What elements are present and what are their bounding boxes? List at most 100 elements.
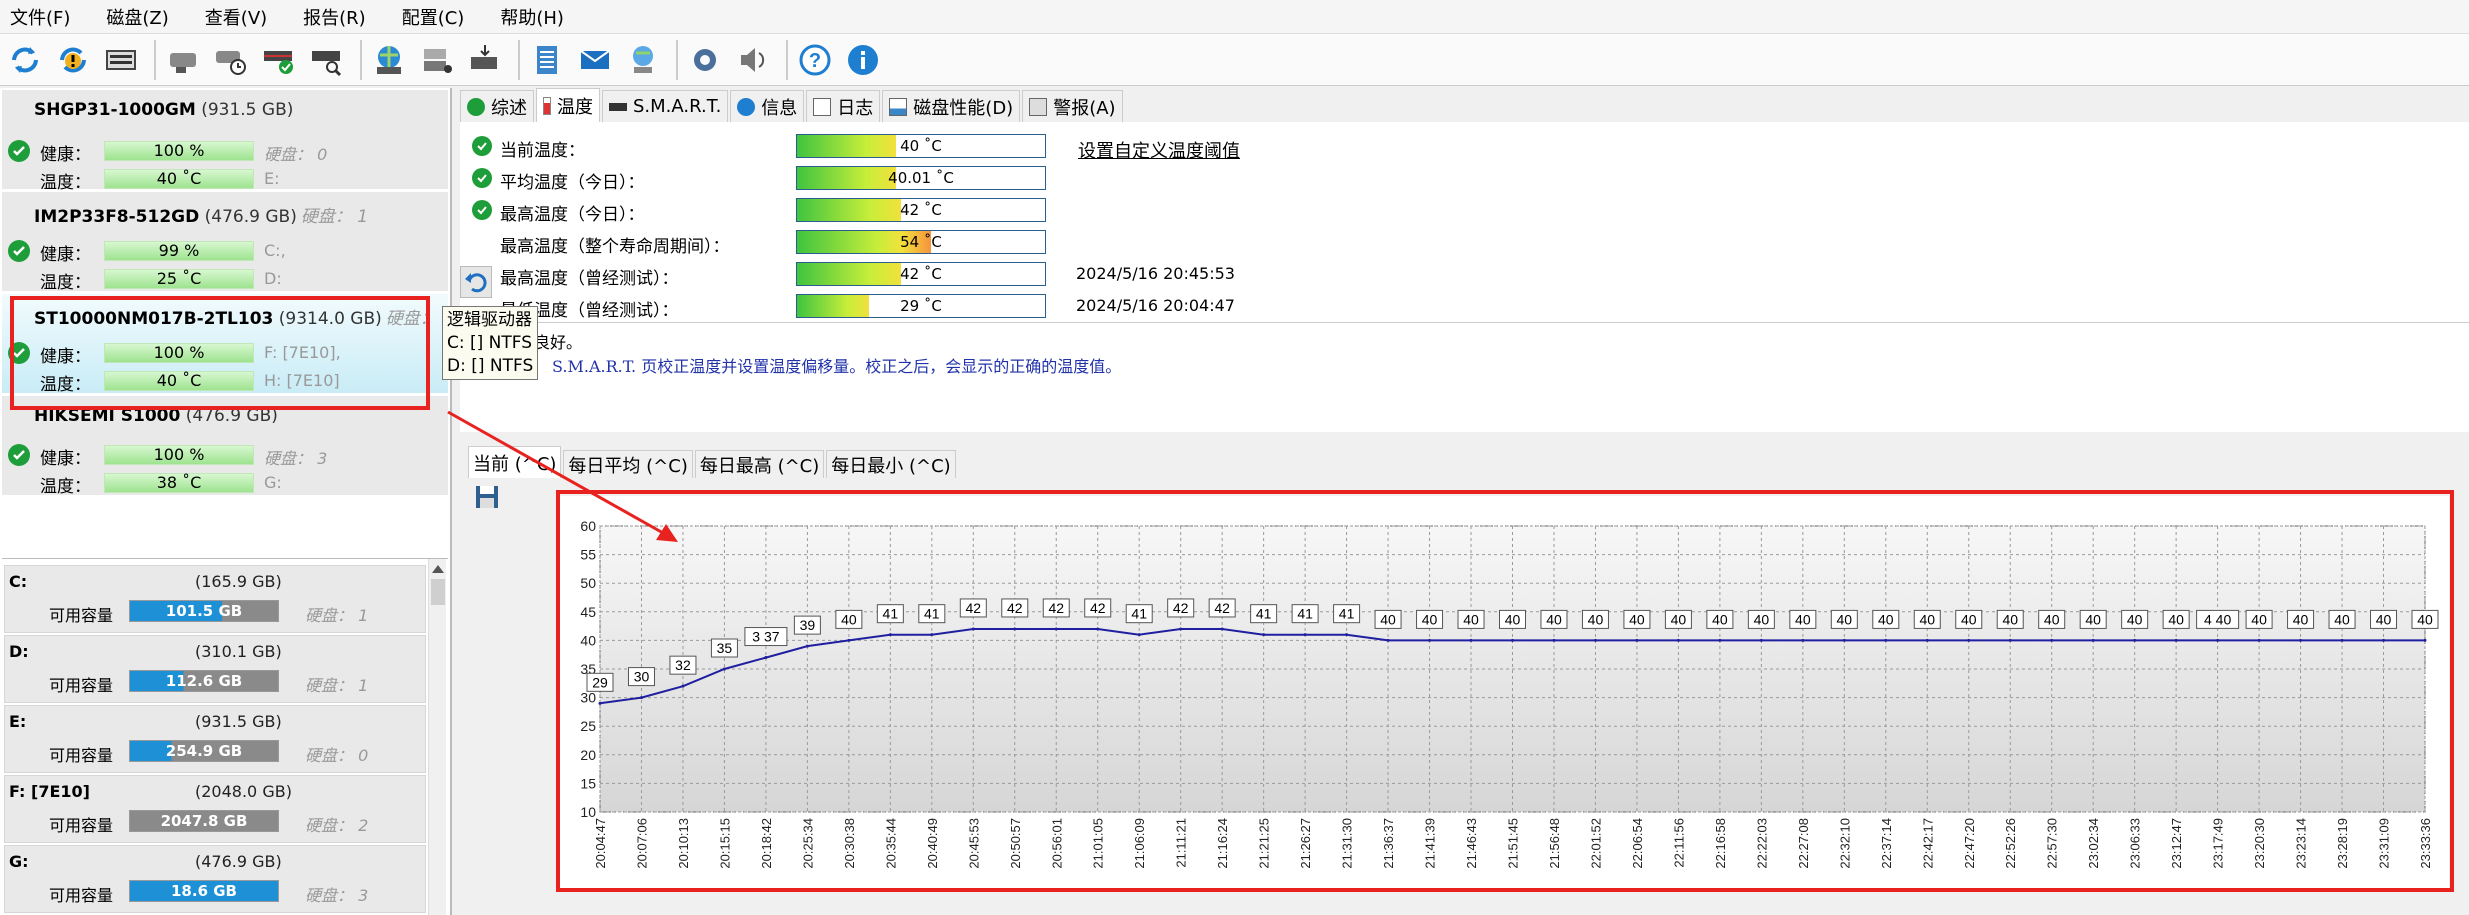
temp-bar: 40.01 ˚C [796, 166, 1046, 190]
tab-label: 温度 [557, 96, 593, 118]
drive-letter: C:, [264, 241, 286, 260]
check-icon [467, 97, 485, 116]
refresh-icon[interactable] [4, 39, 46, 81]
toolbar-separator [154, 39, 156, 80]
disk-card-1[interactable]: IM2P33F8-512GD (476.9 GB) 硬盘： 1 健康： 99 % … [2, 192, 448, 293]
free-space-label: 可用容量 [49, 676, 114, 695]
disk-list-pane: SHGP31-1000GM (931.5 GB) 健康： 100 % 硬盘： 0… [0, 88, 452, 915]
check-icon [472, 200, 492, 220]
temp-value: 40 ˚C [900, 137, 942, 155]
menu-config[interactable]: 配置(C) [398, 2, 469, 32]
health-ok-icon [8, 140, 30, 162]
tab-log[interactable]: 日志 [806, 90, 881, 122]
tab-alerts[interactable]: 警报(A) [1022, 90, 1123, 122]
volume-disk: 硬盘： 0 [305, 746, 369, 765]
chart-tab-daily-max[interactable]: 每日最高 (^C) [694, 450, 825, 478]
chart-tab-daily-min[interactable]: 每日最小 (^C) [826, 450, 956, 478]
volume-scrollbar[interactable] [428, 559, 446, 915]
temp-value: 54 ˚C [900, 233, 942, 251]
disk-export-icon[interactable] [464, 39, 506, 81]
volume-list: C: (165.9 GB) 可用容量 101.5 GB 硬盘： 1 D: (31… [2, 558, 448, 915]
volume-disk: 硬盘： 2 [305, 816, 369, 835]
volume-card-c[interactable]: C: (165.9 GB) 可用容量 101.5 GB 硬盘： 1 [4, 565, 426, 633]
gear-icon[interactable] [684, 39, 726, 81]
volume-disk: 硬盘： 1 [305, 676, 369, 695]
tab-smart[interactable]: S.M.A.R.T. [602, 90, 729, 122]
tab-overview[interactable]: 综述 [460, 90, 534, 122]
notes-icon[interactable] [526, 39, 568, 81]
mail-icon[interactable] [574, 39, 616, 81]
volume-card-g[interactable]: G: (476.9 GB) 可用容量 18.6 GB 硬盘： 3 [4, 845, 426, 913]
toolbar-separator [360, 39, 362, 80]
chart-tab-daily-avg[interactable]: 每日平均 (^C) [563, 450, 693, 478]
toolbar-separator [518, 39, 520, 80]
disk-check-icon[interactable] [258, 39, 300, 81]
speaker-icon[interactable] [732, 39, 774, 81]
chart-icon [889, 97, 908, 116]
temp-label: 最高温度（曾经测试）： [500, 269, 679, 289]
custom-threshold-link[interactable]: 设置自定义温度阈值 [1078, 137, 1240, 163]
disk-icon[interactable] [162, 39, 204, 81]
refresh-warning-icon[interactable] [52, 39, 94, 81]
app-window: 文件(F) 磁盘(Z) 查看(V) 报告(R) 配置(C) 帮助(H) ? SH… [0, 0, 2469, 915]
check-icon [472, 136, 492, 156]
globe-disk-icon[interactable] [368, 39, 410, 81]
disk-card-0[interactable]: SHGP31-1000GM (931.5 GB) 健康： 100 % 硬盘： 0… [2, 90, 448, 193]
disk-number: 硬盘： 3 [264, 449, 328, 468]
tab-label: 警报(A) [1053, 97, 1116, 119]
health-label: 健康： [40, 245, 91, 265]
drive-letter: E: [264, 169, 280, 188]
volume-card-d[interactable]: D: (310.1 GB) 可用容量 112.6 GB 硬盘： 1 [4, 635, 426, 703]
menu-file[interactable]: 文件(F) [6, 2, 74, 32]
volume-size: (931.5 GB) [195, 712, 282, 731]
remote-computer-icon[interactable] [622, 39, 664, 81]
menu-view[interactable]: 查看(V) [201, 2, 271, 32]
network-drive-icon[interactable] [416, 39, 458, 81]
volume-card-e[interactable]: E: (931.5 GB) 可用容量 254.9 GB 硬盘： 0 [4, 705, 426, 773]
tooltip-line: C: [] NTFS [447, 333, 533, 353]
temp-row-max-tested: 最高温度（曾经测试）： 42 ˚C 2024/5/16 20:45:53 [460, 260, 1760, 289]
disk-size: (931.5 GB) [201, 100, 294, 120]
tab-info[interactable]: 信息 [730, 90, 805, 122]
disk-title: SHGP31-1000GM (931.5 GB) [34, 100, 293, 120]
disk-name: IM2P33F8-512GD [34, 207, 200, 227]
save-icon[interactable] [474, 484, 500, 510]
free-space-label: 可用容量 [49, 746, 114, 765]
volume-size: (165.9 GB) [195, 572, 282, 591]
menu-help[interactable]: 帮助(H) [496, 2, 568, 32]
disk-search-icon[interactable] [306, 39, 348, 81]
volume-name: E: [9, 712, 27, 731]
disk-info-icon[interactable] [100, 39, 142, 81]
free-space-label: 可用容量 [49, 816, 114, 835]
volume-disk: 硬盘： 1 [305, 606, 369, 625]
menu-report[interactable]: 报告(R) [299, 2, 370, 32]
volume-card-f[interactable]: F: [7E10] (2048.0 GB) 可用容量 2047.8 GB 硬盘：… [4, 775, 426, 843]
info-icon[interactable] [842, 39, 884, 81]
temp-value: 29 ˚C [900, 297, 942, 315]
free-space-bar: 254.9 GB [129, 740, 279, 762]
temp-label: 最高温度（整个寿命周期间）： [500, 237, 730, 257]
free-space-bar: 18.6 GB [129, 880, 279, 902]
temp-timestamp: 2024/5/16 20:04:47 [1076, 296, 1235, 315]
undo-icon [465, 273, 487, 293]
volume-name: D: [9, 642, 29, 661]
drive-letter: D: [264, 269, 282, 288]
temp-label: 温度： [40, 173, 91, 193]
help-icon[interactable]: ? [794, 39, 836, 81]
tab-label: S.M.A.R.T. [633, 96, 722, 117]
undo-button[interactable] [460, 266, 492, 298]
scroll-up-icon[interactable] [432, 565, 444, 573]
tab-performance[interactable]: 磁盘性能(D) [882, 90, 1021, 122]
menu-disk[interactable]: 磁盘(Z) [102, 2, 172, 32]
temp-bar: 42 ˚C [796, 198, 1046, 222]
toolbar-separator [786, 39, 788, 80]
volume-size: (476.9 GB) [195, 852, 282, 871]
chart-tab-current[interactable]: 当前 (^C) [468, 446, 562, 478]
tooltip-line: D: [] NTFS [447, 356, 534, 376]
disk-timer-icon[interactable] [210, 39, 252, 81]
chart-tab-bar: 当前 (^C) 每日平均 (^C) 每日最高 (^C) 每日最小 (^C) [468, 446, 958, 478]
scroll-thumb[interactable] [431, 579, 445, 605]
disk-number: 硬盘： 1 [300, 207, 369, 227]
tab-temperature[interactable]: 温度 [536, 88, 600, 122]
disk-card-3[interactable]: HIKSEMI S1000 (476.9 GB) 健康： 100 % 硬盘： 3… [2, 396, 448, 497]
